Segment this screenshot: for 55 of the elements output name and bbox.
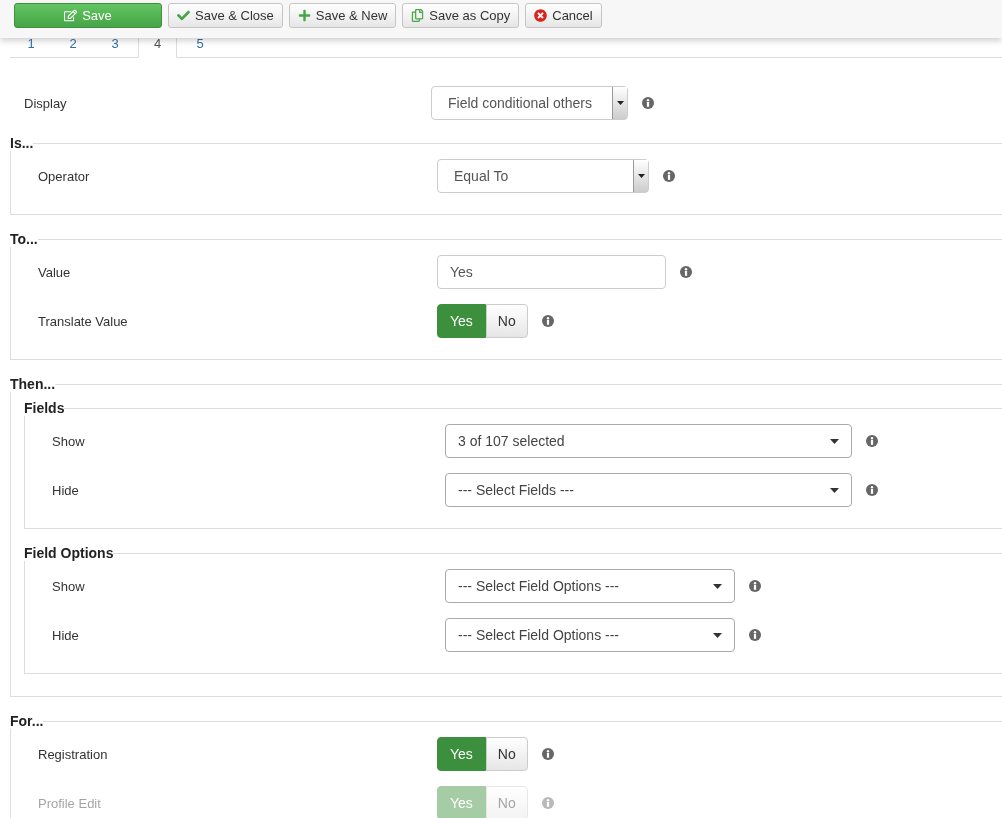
caret-icon bbox=[713, 583, 722, 589]
tab[interactable]: 2 bbox=[52, 35, 94, 58]
info-icon[interactable] bbox=[680, 266, 692, 278]
toggle-option[interactable]: Yes bbox=[437, 304, 486, 338]
group-legend: Fields bbox=[24, 400, 65, 416]
info-icon[interactable] bbox=[663, 170, 675, 182]
toggle-option[interactable]: No bbox=[485, 737, 528, 771]
multi-select-field[interactable]: --- Select Fields --- bbox=[445, 473, 852, 507]
field-label: Hide bbox=[51, 627, 80, 643]
section-legend: For... bbox=[10, 713, 44, 729]
info-icon[interactable] bbox=[749, 580, 761, 592]
edit-icon bbox=[64, 9, 78, 22]
toggle-option[interactable]: No bbox=[485, 304, 528, 338]
plus-icon bbox=[297, 9, 311, 22]
multi-select-field[interactable]: --- Select Field Options --- bbox=[445, 618, 735, 652]
field-label: Hide bbox=[51, 482, 80, 498]
info-icon[interactable] bbox=[866, 435, 878, 447]
caret-icon bbox=[830, 438, 839, 444]
field-label: Translate Value bbox=[37, 313, 129, 329]
text-field[interactable]: Yes bbox=[437, 255, 666, 289]
info-icon[interactable] bbox=[749, 629, 761, 641]
tab[interactable]: 5 bbox=[179, 35, 221, 58]
info-icon[interactable] bbox=[541, 748, 554, 760]
field-label: Profile Edit bbox=[37, 795, 102, 811]
section-legend: Is... bbox=[10, 135, 34, 151]
select-field[interactable]: Field conditional others bbox=[431, 86, 628, 120]
field-label: Show bbox=[51, 578, 86, 594]
group-legend: Field Options bbox=[24, 545, 114, 561]
toolbar-button[interactable]: Save as Copy bbox=[402, 3, 520, 28]
toolbar-button[interactable]: Cancel bbox=[525, 3, 602, 28]
check-icon bbox=[177, 9, 190, 22]
section-legend: To... bbox=[10, 231, 38, 247]
info-icon[interactable] bbox=[866, 484, 878, 496]
field-label: Show bbox=[51, 433, 86, 449]
caret-icon bbox=[612, 87, 627, 119]
info-icon[interactable] bbox=[541, 315, 554, 327]
multi-select-field[interactable]: --- Select Field Options --- bbox=[445, 569, 735, 603]
tab[interactable]: 3 bbox=[94, 35, 136, 58]
tab[interactable]: 1 bbox=[10, 35, 52, 58]
field-label: Value bbox=[37, 264, 72, 280]
caret-icon bbox=[713, 632, 722, 638]
section-legend: Then... bbox=[10, 376, 56, 392]
copy-icon bbox=[411, 9, 425, 22]
toggle-option[interactable]: Yes bbox=[437, 737, 486, 771]
field-label: Operator bbox=[37, 168, 91, 184]
field-label: Registration bbox=[37, 746, 109, 762]
cancel-icon bbox=[534, 9, 548, 22]
info-icon[interactable] bbox=[642, 97, 654, 109]
field-label: Display bbox=[23, 95, 68, 111]
caret-icon bbox=[633, 160, 648, 192]
multi-select-field[interactable]: 3 of 107 selected bbox=[445, 424, 852, 458]
caret-icon bbox=[830, 487, 839, 493]
toolbar-button[interactable]: Save & New bbox=[288, 3, 397, 28]
select-field[interactable]: Equal To bbox=[437, 159, 649, 193]
toolbar-button[interactable]: Save & Close bbox=[168, 3, 283, 28]
